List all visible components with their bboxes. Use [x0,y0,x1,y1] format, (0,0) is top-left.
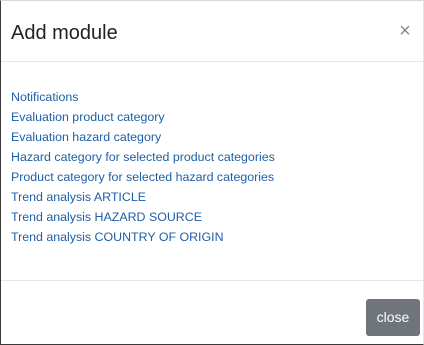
list-item: Product category for selected hazard cat… [11,167,413,187]
module-link-notifications[interactable]: Notifications [11,87,413,107]
dialog-header: Add module × [1,1,423,62]
list-item: Trend analysis COUNTRY OF ORIGIN [11,227,413,247]
list-item: Hazard category for selected product cat… [11,147,413,167]
dialog-footer: close [1,280,423,345]
module-link-trend-analysis-country-of-origin[interactable]: Trend analysis COUNTRY OF ORIGIN [11,227,413,247]
module-link-evaluation-product-category[interactable]: Evaluation product category [11,107,413,127]
module-link-hazard-category-for-products[interactable]: Hazard category for selected product cat… [11,147,413,167]
module-link-product-category-for-hazards[interactable]: Product category for selected hazard cat… [11,167,413,187]
close-icon[interactable]: × [395,19,415,43]
module-list: Notifications Evaluation product categor… [11,87,413,247]
add-module-dialog: Add module × Notifications Evaluation pr… [0,0,424,345]
module-link-evaluation-hazard-category[interactable]: Evaluation hazard category [11,127,413,147]
dialog-body: Notifications Evaluation product categor… [11,87,413,247]
list-item: Notifications [11,87,413,107]
list-item: Trend analysis HAZARD SOURCE [11,207,413,227]
list-item: Evaluation product category [11,107,413,127]
dialog-title: Add module [11,22,118,44]
list-item: Trend analysis ARTICLE [11,187,413,207]
list-item: Evaluation hazard category [11,127,413,147]
module-link-trend-analysis-hazard-source[interactable]: Trend analysis HAZARD SOURCE [11,207,413,227]
module-link-trend-analysis-article[interactable]: Trend analysis ARTICLE [11,187,413,207]
close-button[interactable]: close [366,299,420,336]
